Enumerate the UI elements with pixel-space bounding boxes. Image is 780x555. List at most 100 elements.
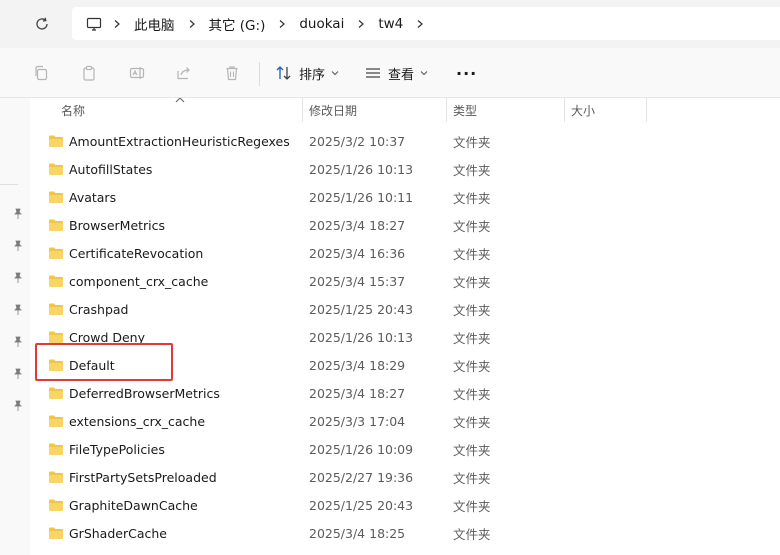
file-row[interactable]: BrowserMetrics 2025/3/4 18:27 文件夹	[30, 211, 780, 239]
file-name-cell: AmountExtractionHeuristicRegexes	[48, 127, 290, 155]
sort-caret-icon	[175, 98, 185, 103]
copy-button[interactable]	[30, 62, 52, 84]
pin-icon[interactable]	[12, 336, 24, 348]
refresh-icon	[36, 17, 48, 30]
navigation-pane	[0, 98, 30, 555]
file-type: 文件夹	[453, 526, 491, 542]
file-date: 2025/3/4 18:29	[309, 357, 406, 373]
breadcrumb-tw4[interactable]: tw4	[374, 16, 407, 32]
file-type: 文件夹	[453, 162, 491, 178]
folder-icon	[49, 387, 63, 399]
paste-button[interactable]	[78, 62, 100, 84]
pin-icon[interactable]	[12, 272, 24, 284]
file-date: 2025/1/26 10:11	[309, 189, 414, 205]
file-row[interactable]: component_crx_cache 2025/3/4 15:37 文件夹	[30, 267, 780, 295]
title-bar: 此电脑 其它 (G:) duokai tw4	[0, 0, 780, 48]
file-row[interactable]: Default 2025/3/4 18:29 文件夹	[30, 351, 780, 379]
computer-icon[interactable]	[84, 14, 104, 34]
folder-icon	[49, 135, 63, 147]
file-row[interactable]: FileTypePolicies 2025/1/26 10:09 文件夹	[30, 435, 780, 463]
file-name-cell: BrowserMetrics	[48, 211, 165, 239]
column-header: 名称 修改日期 类型 大小	[30, 98, 780, 122]
column-date[interactable]: 修改日期	[309, 98, 357, 122]
view-button[interactable]: 查看	[364, 61, 428, 85]
file-date: 2025/1/26 10:13	[309, 329, 414, 345]
pin-icon[interactable]	[12, 400, 24, 412]
chevron-right-icon[interactable]	[269, 19, 295, 29]
view-label: 查看	[388, 67, 415, 83]
file-name: component_crx_cache	[69, 273, 209, 289]
share-button[interactable]	[173, 62, 195, 84]
chevron-right-icon[interactable]	[348, 19, 374, 29]
file-name: Default	[69, 357, 115, 373]
file-name: BrowserMetrics	[69, 217, 166, 233]
file-name-cell: DeferredBrowserMetrics	[48, 379, 220, 407]
file-date: 2025/1/26 10:09	[309, 441, 414, 457]
breadcrumb-duokai[interactable]: duokai	[295, 16, 348, 32]
sort-label: 排序	[299, 67, 326, 83]
file-type: 文件夹	[453, 134, 491, 150]
command-bar: 排序 查看 ···	[0, 48, 780, 98]
chevron-right-icon[interactable]	[104, 19, 130, 29]
file-name-cell: GrShaderCache	[48, 519, 167, 547]
folder-icon	[49, 275, 63, 287]
file-row[interactable]: AmountExtractionHeuristicRegexes 2025/3/2…	[30, 127, 780, 155]
more-options-button[interactable]: ···	[456, 61, 477, 85]
more-icon: ···	[456, 63, 478, 83]
file-row[interactable]: Avatars 2025/1/26 10:11 文件夹	[30, 183, 780, 211]
sort-button[interactable]: 排序	[275, 61, 339, 85]
breadcrumb-this-pc[interactable]: 此电脑	[130, 14, 179, 34]
file-row[interactable]: GraphiteDawnCache 2025/1/25 20:43 文件夹	[30, 491, 780, 519]
refresh-button[interactable]	[30, 12, 54, 36]
pin-icon[interactable]	[12, 368, 24, 380]
copy-icon	[35, 65, 48, 81]
file-name: DeferredBrowserMetrics	[69, 385, 220, 401]
column-separator[interactable]	[446, 98, 447, 122]
delete-icon	[226, 66, 238, 81]
file-type: 文件夹	[453, 302, 491, 318]
file-row[interactable]: CertificateRevocation 2025/3/4 16:36 文件夹	[30, 239, 780, 267]
file-name-cell: component_crx_cache	[48, 267, 208, 295]
file-row[interactable]: GrShaderCache 2025/3/4 18:25 文件夹	[30, 519, 780, 547]
view-icon	[366, 68, 380, 78]
column-separator[interactable]	[302, 98, 303, 122]
pin-icon[interactable]	[12, 208, 24, 220]
column-name[interactable]: 名称	[61, 98, 85, 122]
file-row[interactable]: extensions_crx_cache 2025/3/3 17:04 文件夹	[30, 407, 780, 435]
breadcrumb-drive[interactable]: 其它 (G:)	[205, 14, 270, 34]
file-name-cell: FileTypePolicies	[48, 435, 165, 463]
folder-icon	[49, 527, 63, 539]
file-type: 文件夹	[453, 190, 491, 206]
file-row[interactable]: DeferredBrowserMetrics 2025/3/4 18:27 文件夹	[30, 379, 780, 407]
address-bar[interactable]: 此电脑 其它 (G:) duokai tw4	[72, 7, 780, 40]
file-date: 2025/3/4 18:27	[309, 385, 406, 401]
file-type: 文件夹	[453, 414, 491, 430]
column-separator[interactable]	[564, 98, 565, 122]
column-type[interactable]: 类型	[453, 98, 477, 122]
file-type: 文件夹	[453, 442, 491, 458]
folder-icon	[49, 359, 63, 371]
file-date: 2025/1/26 10:13	[309, 161, 414, 177]
pin-icon[interactable]	[12, 304, 24, 316]
file-date: 2025/3/4 18:27	[309, 217, 406, 233]
column-size[interactable]: 大小	[571, 98, 595, 122]
file-row[interactable]: Crashpad 2025/1/25 20:43 文件夹	[30, 295, 780, 323]
chevron-down-icon	[331, 71, 339, 76]
delete-button[interactable]	[221, 62, 243, 84]
rename-icon	[129, 67, 145, 79]
file-row[interactable]: AutofillStates 2025/1/26 10:13 文件夹	[30, 155, 780, 183]
file-row[interactable]: Crowd Deny 2025/1/26 10:13 文件夹	[30, 323, 780, 351]
file-name: FirstPartySetsPreloaded	[69, 469, 217, 485]
column-separator[interactable]	[646, 98, 647, 122]
file-name-cell: Crashpad	[48, 295, 129, 323]
chevron-right-icon[interactable]	[179, 19, 205, 29]
file-type: 文件夹	[453, 218, 491, 234]
chevron-right-icon[interactable]	[407, 19, 433, 29]
file-row[interactable]: FirstPartySetsPreloaded 2025/2/27 19:36 文件…	[30, 463, 780, 491]
pin-icon[interactable]	[12, 240, 24, 252]
folder-icon	[49, 443, 63, 455]
rename-button[interactable]	[126, 62, 148, 84]
paste-icon	[83, 65, 95, 81]
file-date: 2025/2/27 19:36	[309, 469, 414, 485]
file-date: 2025/3/4 16:36	[309, 245, 406, 261]
